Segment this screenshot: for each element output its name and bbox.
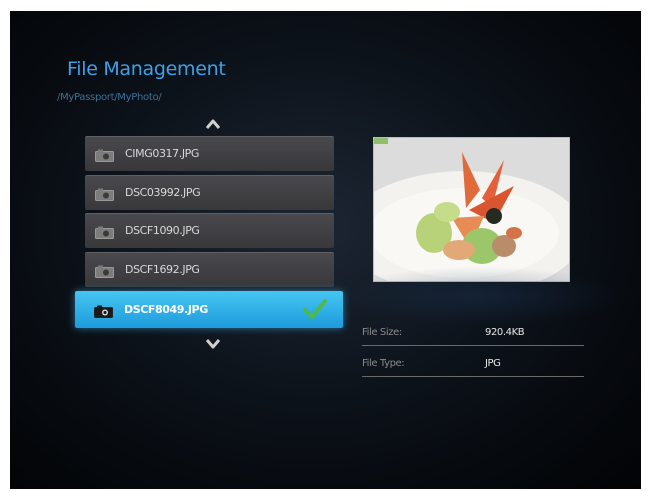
file-list-item[interactable]: DSC03992.JPG [85,175,334,210]
photo-preview [373,137,570,282]
tv-screen: File Management /MyPassport/MyPhoto/ CIM… [10,11,641,489]
camera-icon [95,186,114,201]
file-list-item[interactable]: CIMG0317.JPG [85,136,334,171]
camera-icon [95,263,114,278]
camera-icon [94,303,113,318]
page-title: File Management [67,58,226,80]
checkmark-icon [303,298,327,320]
file-name: DSCF8049.JPG [124,303,208,316]
breadcrumb: /MyPassport/MyPhoto/ [57,92,162,103]
file-list-item-selected[interactable]: DSCF8049.JPG [75,291,343,328]
file-type-label: File Type: [362,358,405,369]
file-list-item[interactable]: DSCF1090.JPG [85,213,334,248]
file-name: DSC03992.JPG [125,186,201,199]
file-name: DSCF1090.JPG [125,224,200,237]
file-size-label: File Size: [362,327,402,338]
file-type-row: File Type: JPG [362,354,584,377]
file-type-value: JPG [485,358,501,369]
chevron-up-icon[interactable] [205,118,221,130]
info-glow [340,266,620,326]
file-list-item[interactable]: DSCF1692.JPG [85,252,334,287]
file-name: CIMG0317.JPG [125,147,200,160]
file-size-row: File Size: 920.4KB [362,323,584,346]
chevron-down-icon[interactable] [205,338,221,350]
file-size-value: 920.4KB [485,327,525,338]
file-name: DSCF1692.JPG [125,263,200,276]
camera-icon [95,147,114,162]
camera-icon [95,224,114,239]
